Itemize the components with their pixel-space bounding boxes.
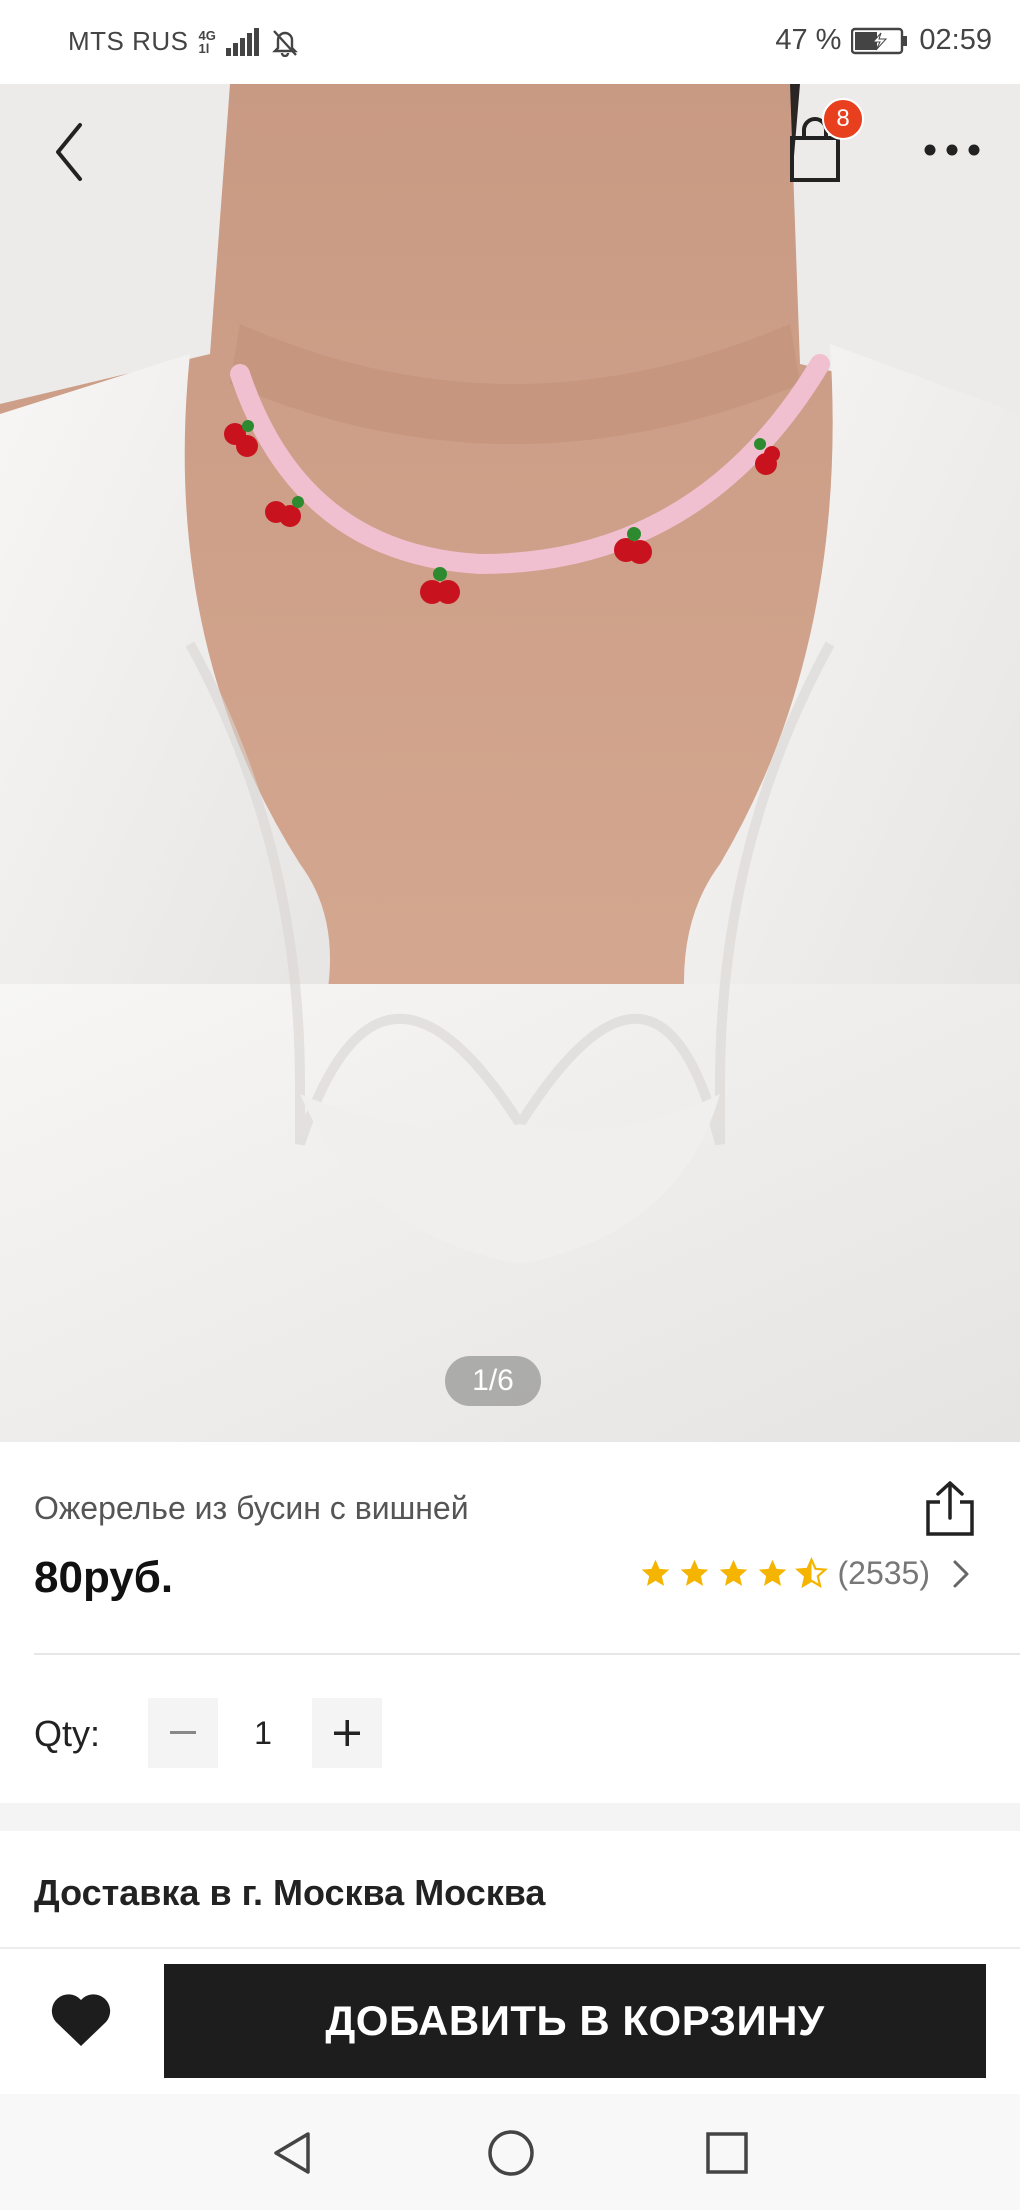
nav-back-icon[interactable]: [268, 2128, 316, 2178]
star-full-icon: [680, 1559, 708, 1586]
rating[interactable]: (2535): [639, 1555, 973, 1592]
rating-stars: [639, 1557, 828, 1590]
review-count: (2535): [837, 1555, 931, 1591]
status-bar: MTS RUS 4G 1l 47 % 02:59: [0, 0, 1020, 84]
quantity-value[interactable]: 1: [228, 1698, 298, 1768]
signal-icon: [225, 27, 259, 56]
star-full-icon: [719, 1559, 747, 1586]
network-type: 4G 1l: [199, 29, 216, 55]
carrier-name: MTS RUS: [68, 26, 189, 56]
battery-percent: 47 %: [775, 24, 842, 56]
share-icon[interactable]: [922, 1480, 978, 1538]
quantity-increase-button[interactable]: [312, 1698, 382, 1768]
clock: 02:59: [919, 24, 992, 56]
quantity-label: Qty:: [34, 1713, 101, 1754]
delivery-title[interactable]: Доставка в г. Москва Москва: [34, 1872, 545, 1914]
quantity-decrease-button[interactable]: [148, 1698, 218, 1768]
product-image[interactable]: [0, 84, 1020, 1442]
nav-recents-icon[interactable]: [704, 2130, 750, 2176]
product-title: Ожерелье из бусин с вишней: [34, 1490, 469, 1526]
product-photo: [0, 84, 1020, 1442]
nav-home-icon[interactable]: [486, 2128, 536, 2178]
network-type-top: 4G: [198, 27, 216, 43]
plus-icon: [334, 1720, 360, 1746]
gallery-counter: 1/6: [445, 1356, 541, 1406]
add-to-cart-button[interactable]: ДОБАВИТЬ В КОРЗИНУ: [164, 1964, 986, 2078]
network-type-bottom: 1l: [198, 40, 210, 56]
heart-icon[interactable]: [48, 1990, 114, 2050]
star-full-icon: [758, 1559, 786, 1586]
more-horizontal-icon[interactable]: [920, 140, 984, 160]
chevron-right-icon: [953, 1560, 969, 1587]
divider: [0, 1947, 1020, 1949]
back-button[interactable]: [46, 117, 92, 187]
star-half-icon: [794, 1557, 828, 1589]
product-price: 80руб.: [34, 1553, 174, 1602]
minus-icon: [170, 1731, 196, 1734]
section-separator: [0, 1803, 1020, 1831]
battery-charging-icon: [851, 27, 908, 54]
status-left: MTS RUS 4G 1l: [68, 26, 300, 57]
star-full-icon: [641, 1559, 669, 1586]
divider: [34, 1653, 1020, 1655]
status-right: 47 % 02:59: [775, 24, 992, 57]
cart-count-badge: 8: [822, 98, 864, 140]
bell-muted-icon: [271, 29, 298, 57]
